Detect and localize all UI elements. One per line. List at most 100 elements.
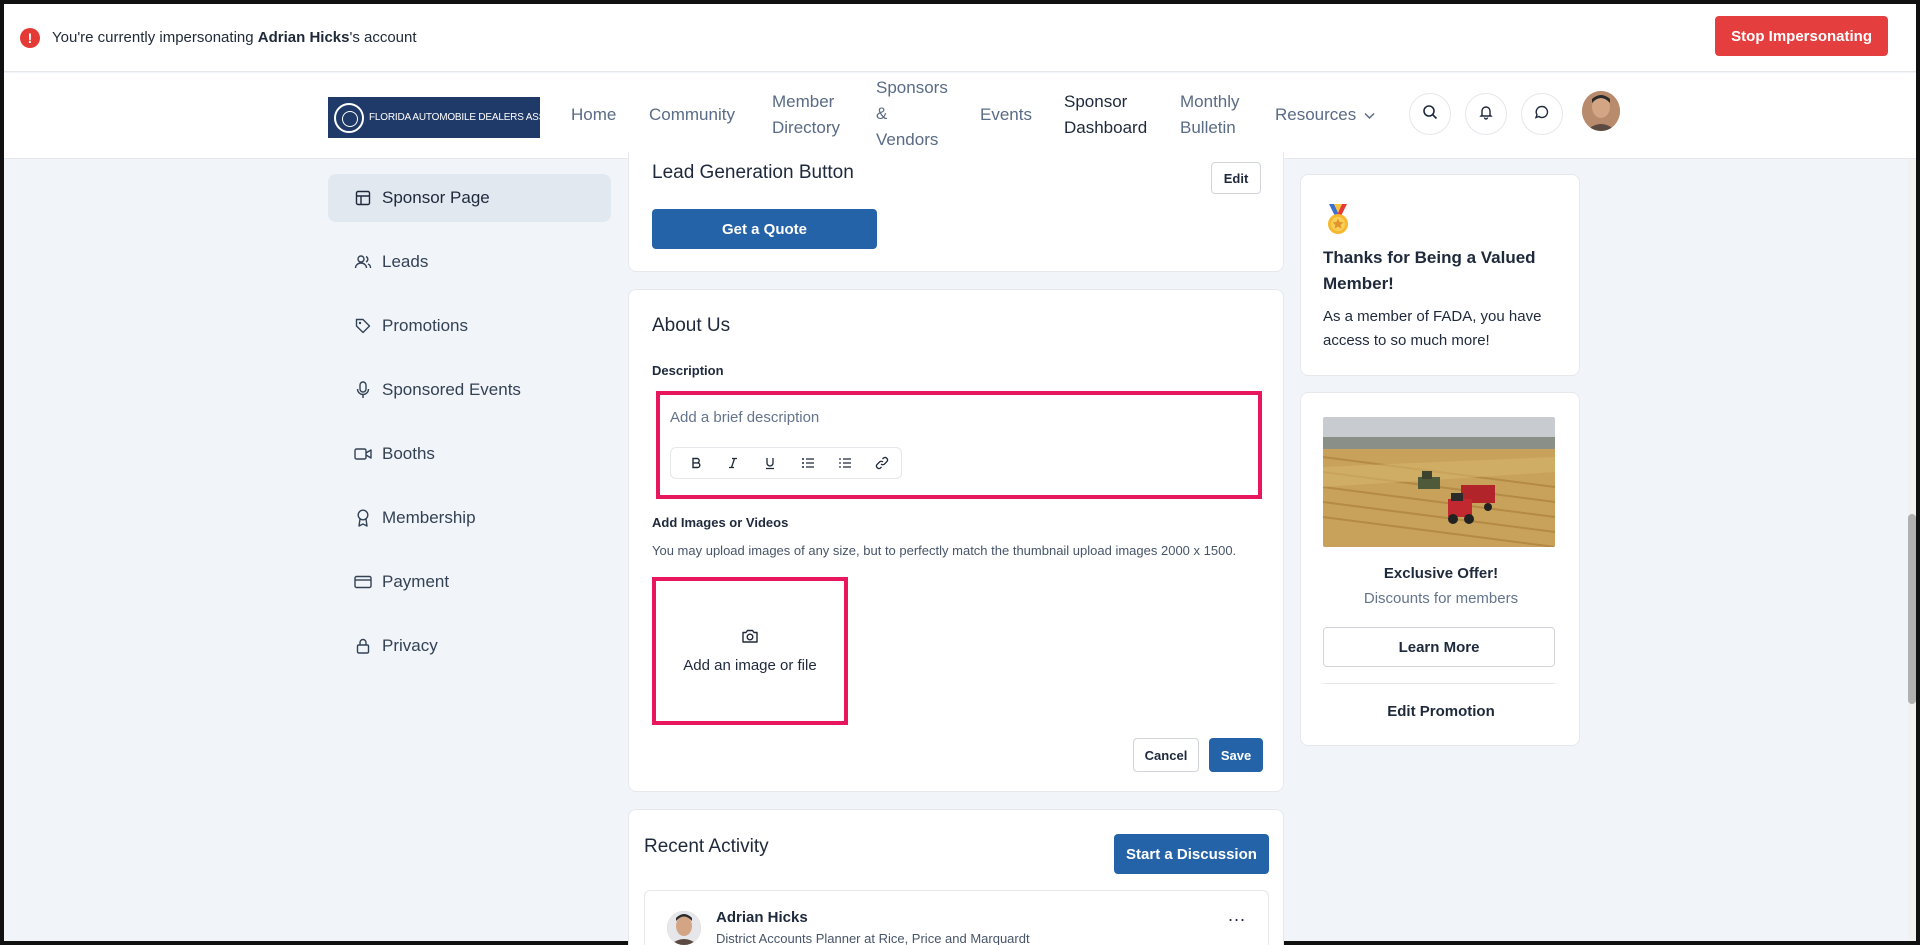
list-icon [839,458,851,468]
list-ordered-icon [801,458,814,468]
nav-resources-label: Resources [1275,105,1357,124]
start-discussion-button[interactable]: Start a Discussion [1114,834,1269,874]
tag-icon [354,317,372,335]
images-help-text: You may upload images of any size, but t… [652,543,1237,558]
nav-monthly-bulletin[interactable]: Monthly Bulletin [1180,89,1240,141]
video-icon [354,445,372,463]
sidebar-nav: Sponsor Page Leads Promotions Sponsored … [328,174,611,686]
impersonated-user-name: Adrian Hicks [257,29,350,46]
nav-events[interactable]: Events [980,102,1032,128]
cancel-button[interactable]: Cancel [1133,738,1199,772]
thanks-text: As a member of FADA, you have access to … [1323,308,1542,349]
nav-member-directory-line2: Directory [772,118,841,137]
nav-sponsor-dashboard-line2: Dashboard [1064,118,1148,137]
sidebar-item-promotions[interactable]: Promotions [328,302,611,350]
nav-sponsors-line1: Sponsors [876,78,948,97]
impersonation-message: You're currently impersonating Adrian Hi… [52,29,417,46]
recent-activity-card: Recent Activity Start a Discussion Adria… [628,809,1284,945]
edit-promotion-link[interactable]: Edit Promotion [1301,703,1581,720]
camera-icon [741,628,759,649]
bulleted-list-button[interactable] [789,450,826,476]
alert-icon: ! [20,27,40,48]
nav-home[interactable]: Home [571,102,616,128]
microphone-icon [354,381,372,399]
italic-icon [728,457,737,469]
nav-sponsors-line2: & [876,104,888,123]
rich-text-toolbar [670,447,902,479]
recent-activity-title: Recent Activity [644,836,769,857]
get-a-quote-button[interactable]: Get a Quote [652,209,877,249]
stop-impersonating-button[interactable]: Stop Impersonating [1715,16,1888,56]
lock-icon [354,637,372,655]
nav-bulletin-line1: Monthly [1180,92,1240,111]
sidebar-item-sponsor-page[interactable]: Sponsor Page [328,174,611,222]
edit-lead-button[interactable]: Edit [1211,162,1261,194]
sidebar-item-payment[interactable]: Payment [328,558,611,606]
nav-member-directory-line1: Member [772,92,835,111]
thanks-title: Thanks for Being a Valued Member! [1323,248,1536,293]
nav-member-directory[interactable]: Member Directory [772,75,840,141]
promotion-card: Exclusive Offer! Discounts for members L… [1300,392,1580,746]
promotion-subtitle: Discounts for members [1363,590,1519,607]
divider [1323,683,1555,684]
link-button[interactable] [864,450,901,476]
description-placeholder: Add a brief description [670,409,820,426]
save-button[interactable]: Save [1209,738,1263,772]
sidebar-item-leads[interactable]: Leads [328,238,611,286]
post-author-avatar[interactable] [667,911,701,945]
impersonation-bar: ! You're currently impersonating Adrian … [4,4,1916,72]
thanks-card: Thanks for Being a Valued Member! As a m… [1300,174,1580,376]
impersonation-prefix: You're currently impersonating [52,29,258,46]
italic-button[interactable] [714,450,751,476]
scrollbar-thumb[interactable] [1908,514,1916,704]
medal-icon [1323,203,1353,240]
sidebar-item-label: Promotions [382,316,468,335]
nav-sponsor-dashboard[interactable]: Sponsor Dashboard [1064,89,1147,141]
lead-generation-title: Lead Generation Button [652,162,854,183]
sidebar-item-label: Sponsor Page [382,188,490,207]
notifications-button[interactable] [1465,93,1507,135]
link-icon [876,456,889,470]
learn-more-button[interactable]: Learn More [1323,627,1555,667]
nav-resources[interactable]: Resources [1275,102,1375,129]
chat-bubble-icon [1534,104,1550,125]
list-button[interactable] [826,450,863,476]
activity-post: Adrian Hicks District Accounts Planner a… [644,890,1269,945]
promotion-title: Exclusive Offer! [1383,565,1499,582]
impersonation-suffix: 's account [349,29,417,46]
nav-sponsors-vendors[interactable]: Sponsors & Vendors [876,75,948,153]
bold-icon [691,457,701,469]
logo-text: FLORIDA AUTOMOBILE DEALERS ASSOCIATION [369,112,592,123]
credit-card-icon [354,573,372,591]
underline-button[interactable] [752,450,789,476]
user-avatar[interactable] [1582,91,1620,131]
nav-sponsors-line3: Vendors [876,130,939,149]
main-navbar: FLORIDA AUTOMOBILE DEALERS ASSOCIATION H… [4,73,1916,159]
search-button[interactable] [1409,93,1451,135]
upload-label: Add an image or file [683,657,817,674]
description-editor[interactable]: Add a brief description [656,391,1262,499]
about-us-title: About Us [652,315,731,336]
sidebar-item-label: Leads [382,252,429,271]
post-author-title: District Accounts Planner at Rice, Price… [716,931,1030,945]
logo-seal-icon [334,102,364,133]
about-us-card: About Us Description Add a brief descrip… [628,289,1284,792]
sidebar-item-sponsored-events[interactable]: Sponsored Events [328,366,611,414]
nav-sponsor-dashboard-line1: Sponsor [1064,92,1128,111]
award-icon [354,509,372,527]
sidebar-item-booths[interactable]: Booths [328,430,611,478]
sidebar-item-privacy[interactable]: Privacy [328,622,611,670]
post-more-button[interactable]: ... [1228,905,1246,926]
users-icon [354,253,372,271]
post-author-name[interactable]: Adrian Hicks [716,909,808,926]
lead-generation-card: Lead Generation Button Edit Get a Quote [628,152,1284,272]
bell-icon [1478,104,1494,125]
fada-logo[interactable]: FLORIDA AUTOMOBILE DEALERS ASSOCIATION [328,97,591,138]
sidebar-item-membership[interactable]: Membership [328,494,611,542]
nav-community[interactable]: Community [649,102,735,128]
underline-icon [766,457,775,469]
upload-dropzone[interactable]: Add an image or file [652,577,848,725]
bold-button[interactable] [677,450,714,476]
search-icon [1422,104,1438,125]
messages-button[interactable] [1521,93,1563,135]
